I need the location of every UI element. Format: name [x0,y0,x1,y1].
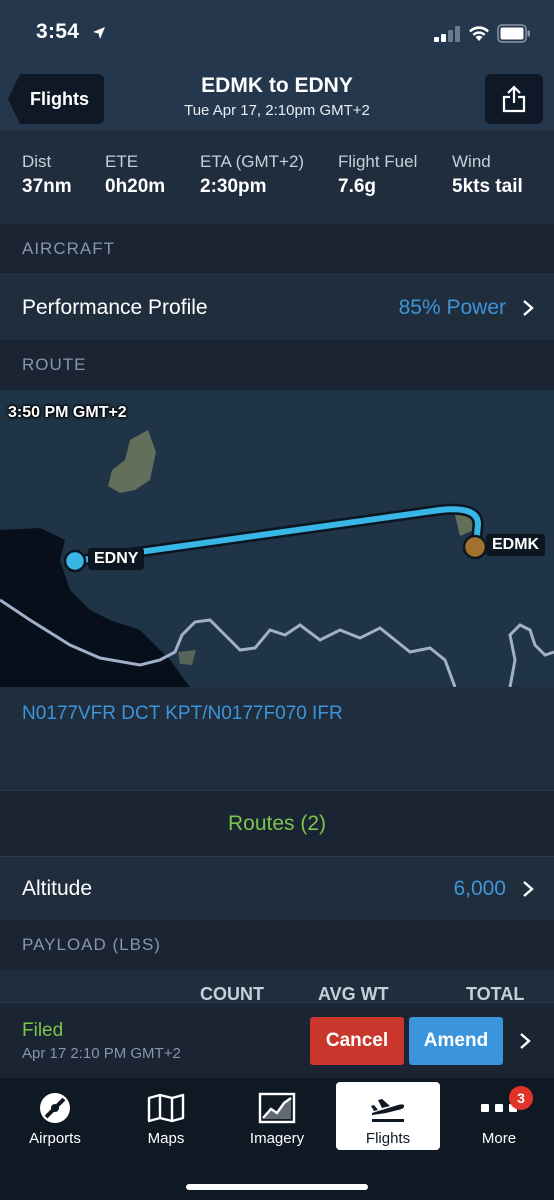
performance-profile-label: Performance Profile [22,295,208,319]
payload-col-avg-wt: AVG WT [318,984,389,1002]
tab-label: Flights [365,1130,411,1147]
stat-label: Wind [452,152,491,171]
tab-airports[interactable]: Airports [3,1082,107,1150]
altitude-value: 6,000 [453,876,506,900]
chevron-right-icon[interactable] [519,1032,531,1050]
stat-label: ETA (GMT+2) [200,152,305,171]
performance-profile-row[interactable]: Performance Profile 85% Power [0,274,554,340]
stat-value: 37nm [22,176,72,197]
home-indicator[interactable] [186,1184,368,1190]
aircraft-section-header: AIRCRAFT [0,224,554,274]
filing-time: Apr 17 2:10 PM GMT+2 [22,1045,181,1062]
route-section-header: ROUTE [0,340,554,390]
status-time: 3:54 [36,20,80,43]
tab-label: Maps [147,1130,185,1147]
stat-flight-fuel: Flight Fuel 7.6g [338,152,417,198]
map-timestamp: 3:50 PM GMT+2 [8,404,127,421]
departure-label: EDMK [486,534,546,556]
payload-table-header: COUNT AVG WT TOTAL [0,970,554,1002]
stat-label: Dist [22,152,52,171]
tab-label: More [481,1130,517,1147]
airport-icon [40,1093,70,1123]
stat-value: 7.6g [338,176,377,197]
destination-label: EDNY [88,548,145,570]
stat-ete: ETE 0h20m [105,152,165,198]
share-icon [502,85,526,113]
chevron-right-icon [523,299,534,316]
stat-value: 0h20m [105,176,166,197]
page-subtitle: Tue Apr 17, 2:10pm GMT+2 [184,102,370,119]
map-island [108,430,156,493]
amend-filing-button[interactable]: Amend [409,1017,503,1065]
destination-marker [63,549,87,573]
map-icon [147,1093,185,1123]
back-button-label: Flights [30,89,89,109]
flights-icon [371,1099,405,1122]
filing-status: Filed [22,1020,64,1041]
signal-icon [434,26,460,42]
header: 3:54 Flights EDMK to EDNY Tue Apr 17, 2:… [0,0,554,130]
stat-distance: Dist 37nm [22,152,72,198]
stat-value: 5kts tail [452,176,523,197]
battery-icon [497,24,530,43]
tab-bar: Airports Maps Imagery Flights More 3 [0,1078,554,1200]
map-canvas [0,430,554,687]
page-title: EDMK to EDNY [201,74,353,97]
route-map[interactable]: 3:50 PM GMT+2 EDNY EDMK [0,390,554,687]
payload-col-total: TOTAL [466,984,525,1002]
map-land-blob [178,650,196,665]
tab-label: Imagery [249,1130,305,1147]
location-arrow-icon [93,27,105,39]
tab-flights[interactable]: Flights [336,1082,440,1150]
share-button[interactable] [485,74,543,124]
altitude-label: Altitude [22,876,93,900]
stat-wind: Wind 5kts tail [452,152,523,198]
routes-link[interactable]: Routes (2) [0,790,554,856]
stat-label: Flight Fuel [338,152,418,171]
flight-stats: Dist 37nm ETE 0h20m ETA (GMT+2) 2:30pm F… [0,130,554,224]
stat-eta: ETA (GMT+2) 2:30pm [200,152,304,198]
tab-imagery[interactable]: Imagery [225,1082,329,1150]
stat-value: 2:30pm [200,176,267,197]
tab-maps[interactable]: Maps [114,1082,218,1150]
imagery-icon [258,1092,296,1124]
status-bar: 3:54 [0,0,554,70]
performance-profile-value: 85% Power [398,295,506,319]
chevron-right-icon [523,880,534,897]
stat-label: ETE [105,152,139,171]
back-button[interactable]: Flights [8,74,104,124]
altitude-row[interactable]: Altitude 6,000 [0,856,554,920]
route-string[interactable]: N0177VFR DCT KPT/N0177F070 IFR [0,687,554,790]
notification-badge: 3 [509,1086,533,1110]
filing-status-bar: Filed Apr 17 2:10 PM GMT+2 Cancel Amend [0,1002,554,1078]
map-boundary-line [508,623,554,687]
cancel-filing-button[interactable]: Cancel [310,1017,404,1065]
tab-more[interactable]: More 3 [447,1082,551,1150]
departure-marker [462,534,488,560]
payload-section-header: PAYLOAD (LBS) [0,920,554,970]
tab-label: Airports [29,1130,81,1147]
payload-col-count: COUNT [200,984,264,1002]
wifi-icon [469,26,489,41]
